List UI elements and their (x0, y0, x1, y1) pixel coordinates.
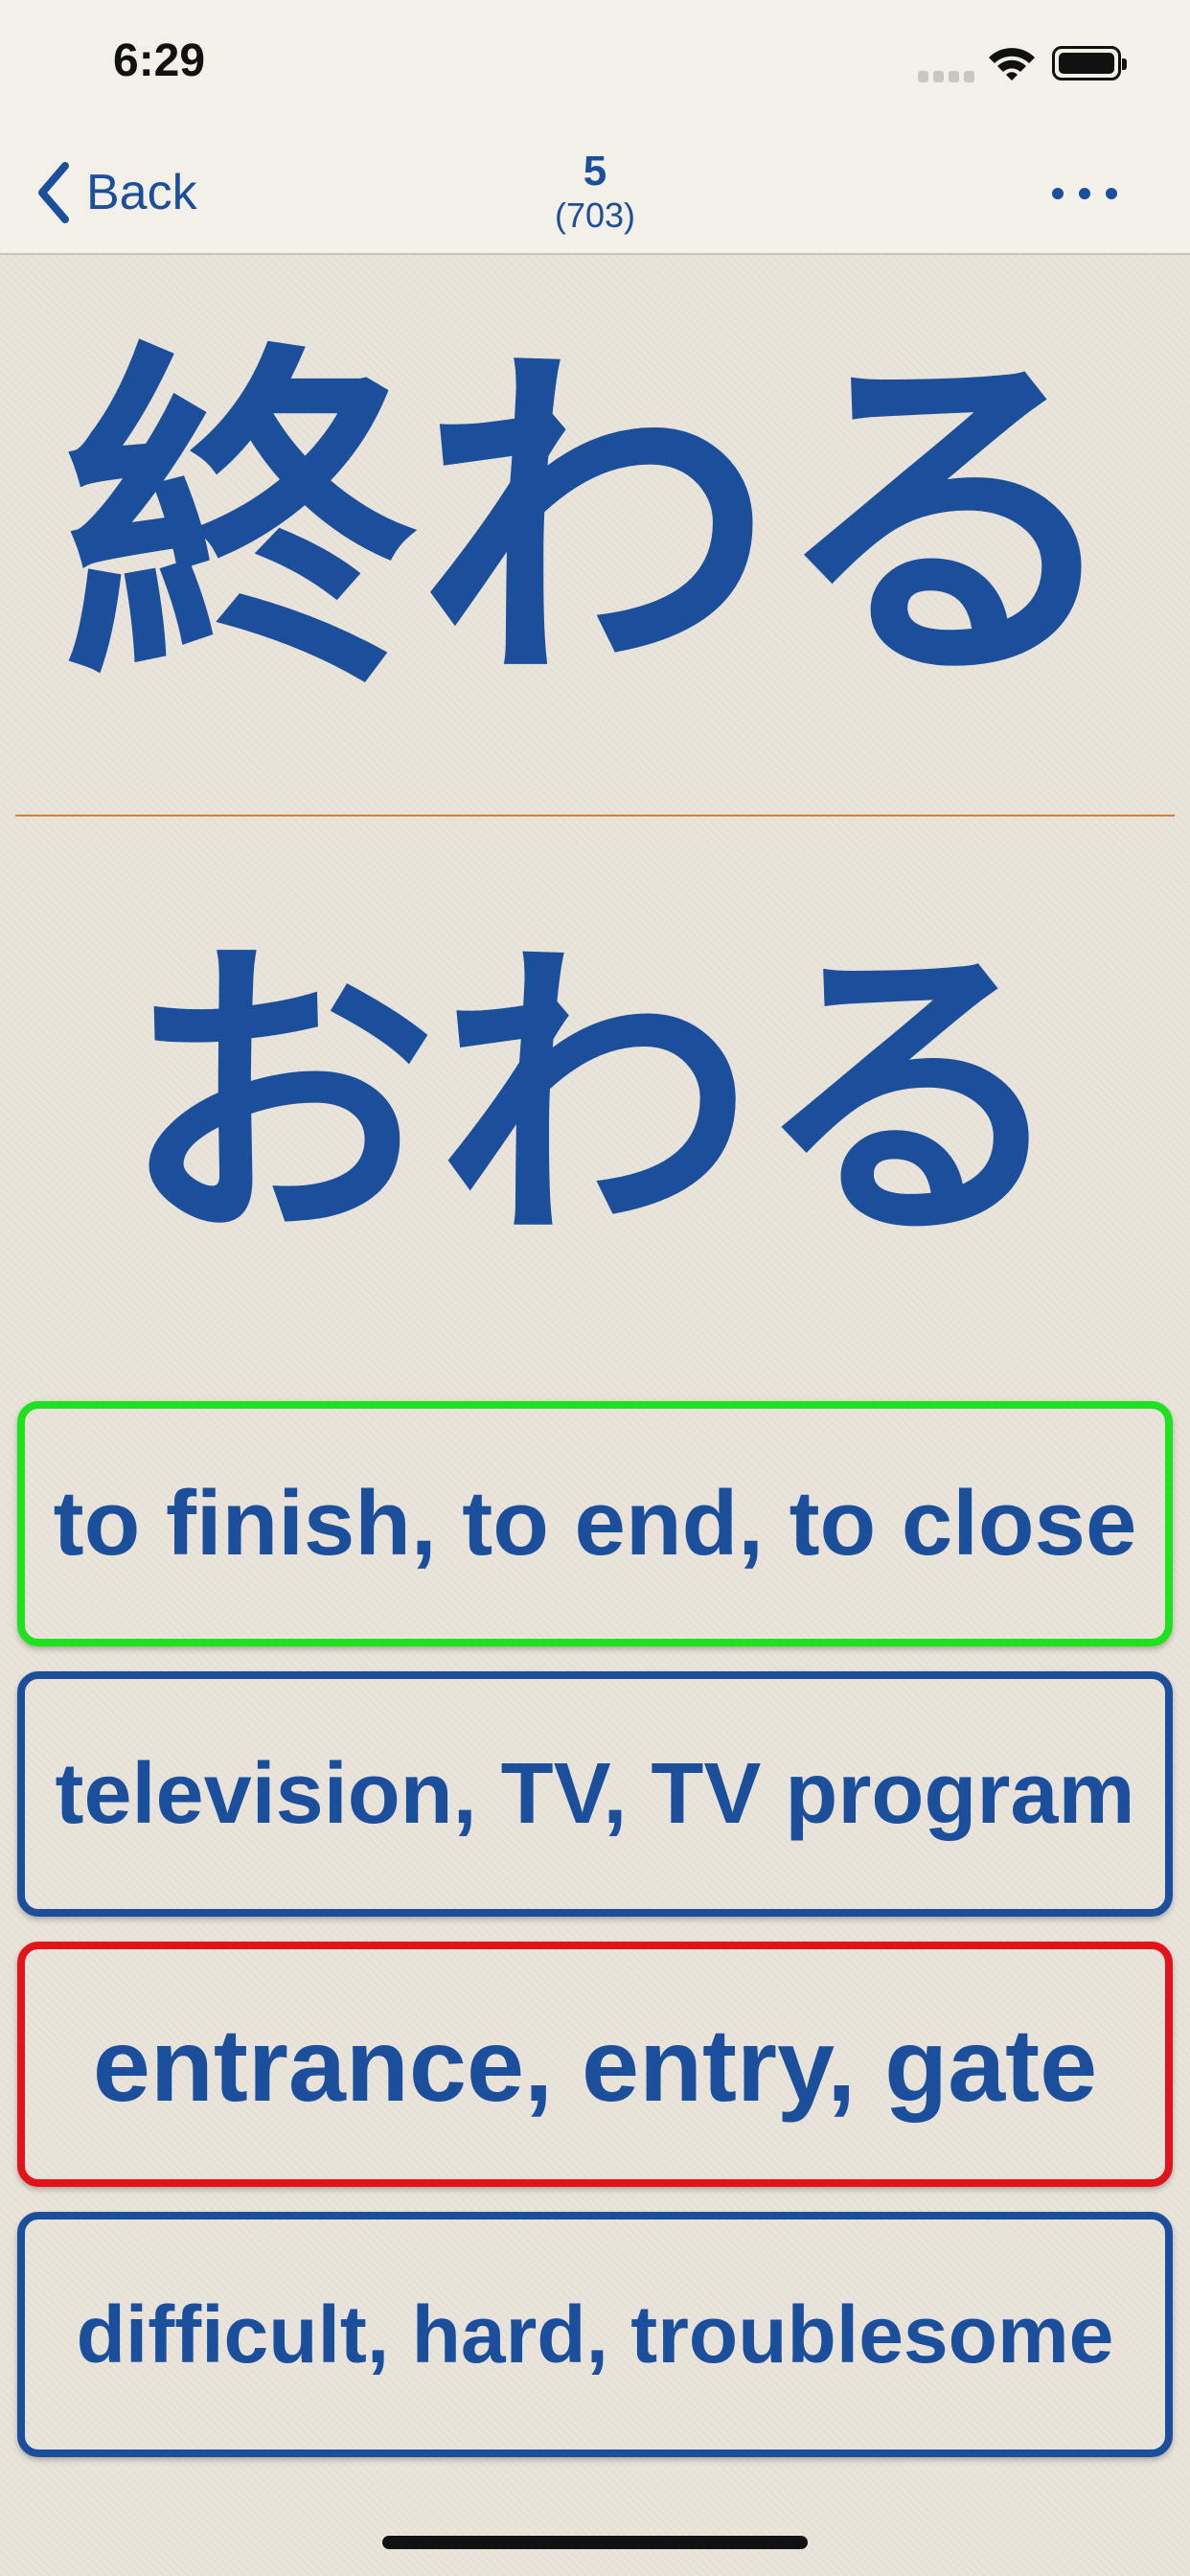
card-number: 5 (583, 148, 607, 195)
wifi-icon (987, 44, 1037, 87)
back-label: Back (86, 165, 197, 220)
answer-text: difficult, hard, troublesome (76, 2288, 1114, 2380)
chevron-left-icon (38, 162, 69, 223)
kanji-word: 終わる (63, 313, 1127, 729)
kana-reading: おわる (121, 914, 1069, 1282)
navigation-bar: Back 5 (703) (0, 134, 1190, 255)
status-bar: 6:29 (0, 0, 1190, 134)
answer-text: television, TV, TV program (55, 1745, 1135, 1842)
more-options-button[interactable] (1050, 176, 1127, 215)
card-counter: 5 (703) (403, 148, 787, 236)
answer-option-4[interactable]: difficult, hard, troublesome (17, 2212, 1173, 2457)
home-indicator[interactable] (382, 2536, 808, 2549)
battery-icon (1052, 46, 1127, 80)
answer-text: to finish, to end, to close (53, 1472, 1137, 1575)
card-total: (703) (554, 196, 636, 235)
cellular-signal-icon (918, 71, 975, 84)
answer-text: entrance, entry, gate (92, 2006, 1098, 2123)
answer-option-1[interactable]: to finish, to end, to close (17, 1401, 1173, 1646)
flashcard-area: 終わる おわる to finish, to end, to close tele… (0, 255, 1190, 2576)
answer-option-2[interactable]: television, TV, TV program (17, 1671, 1173, 1917)
status-time: 6:29 (113, 35, 206, 86)
answer-option-3[interactable]: entrance, entry, gate (17, 1942, 1173, 2187)
divider (15, 815, 1175, 816)
more-horizontal-icon (1052, 188, 1064, 199)
back-button[interactable]: Back (34, 159, 197, 226)
